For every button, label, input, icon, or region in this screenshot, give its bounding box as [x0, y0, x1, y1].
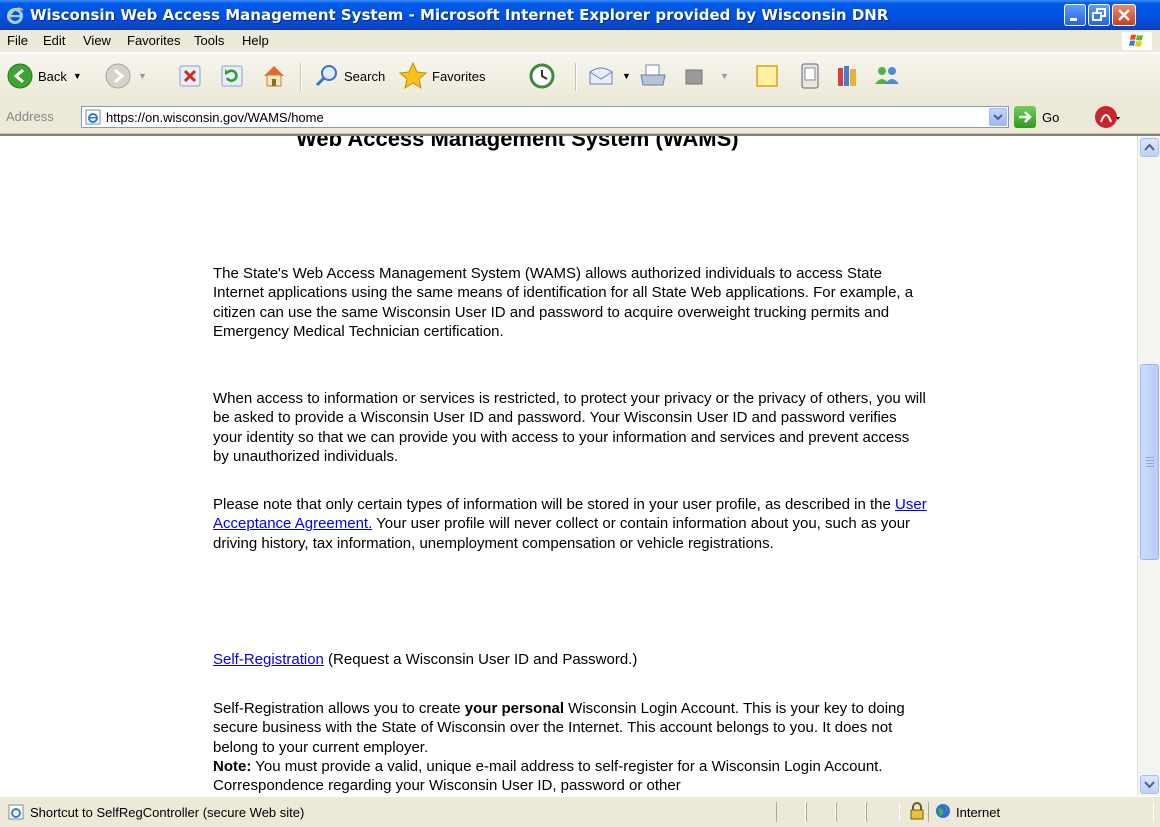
print-icon [640, 64, 666, 86]
history-icon [529, 63, 555, 89]
edit-page-icon [685, 69, 703, 85]
favorites-star-icon [398, 61, 428, 90]
browser-viewport[interactable]: Web Access Management System (WAMS) The … [0, 134, 1160, 796]
messenger-button[interactable] [798, 59, 822, 93]
scroll-up-button[interactable] [1140, 138, 1159, 157]
standard-toolbar: Back ▼ ▼ Search Favorites ▼ ▼ [0, 52, 1160, 102]
stop-icon [179, 65, 201, 87]
refresh-icon [221, 65, 243, 87]
search-button[interactable]: Search [314, 59, 385, 93]
mail-dropdown-icon[interactable]: ▼ [622, 71, 631, 81]
security-zone-label: Internet [956, 805, 1001, 820]
self-registration-link[interactable]: Self-Registration [213, 651, 324, 668]
address-url: https://on.wisconsin.gov/WAMS/home [106, 110, 324, 125]
people-icon [875, 67, 899, 84]
close-icon [1118, 9, 1130, 21]
back-label: Back [38, 68, 67, 84]
close-button[interactable] [1112, 4, 1136, 26]
menu-favorites[interactable]: Favorites [127, 33, 180, 48]
discuss-button[interactable] [754, 59, 780, 93]
mail-button[interactable]: ▼ [586, 59, 631, 93]
mail-icon [589, 67, 613, 85]
profile-text-before: Please note that only certain types of i… [213, 496, 896, 513]
back-dropdown-icon[interactable]: ▼ [73, 71, 82, 81]
ie-logo-icon [7, 7, 24, 24]
pda-icon [801, 63, 819, 89]
internet-zone-icon [936, 804, 950, 818]
chevron-down-icon [993, 114, 1003, 121]
window-title: Wisconsin Web Access Management System -… [30, 6, 889, 24]
stop-button[interactable] [178, 59, 202, 93]
scroll-thumb[interactable] [1140, 364, 1159, 560]
home-icon [264, 66, 284, 87]
edit-button[interactable]: ▼ [682, 59, 729, 93]
menu-file[interactable]: File [7, 33, 28, 48]
lock-icon[interactable] [909, 802, 925, 820]
back-arrow-icon [7, 63, 33, 89]
pdf-tool-icon[interactable] [1094, 104, 1122, 132]
scroll-down-icon [1144, 781, 1155, 789]
web-page: Web Access Management System (WAMS) The … [0, 136, 1137, 796]
minimize-icon [1070, 18, 1077, 21]
menu-view[interactable]: View [83, 33, 111, 48]
note-label: Note: [213, 757, 252, 775]
search-icon [315, 65, 337, 87]
self-registration-line: Self-Registration (Request a Wisconsin U… [213, 650, 929, 669]
address-bar: Address https://on.wisconsin.gov/WAMS/ho… [0, 101, 1160, 134]
page-ie-icon [85, 109, 101, 125]
print-button[interactable] [638, 59, 668, 93]
status-text: Shortcut to SelfRegController (secure We… [30, 805, 305, 820]
vertical-scrollbar[interactable] [1137, 136, 1160, 796]
forward-button[interactable]: ▼ [104, 59, 147, 93]
restore-button[interactable] [1088, 4, 1110, 26]
research-button[interactable] [834, 59, 862, 93]
privacy-paragraph: When access to information or services i… [213, 390, 926, 465]
go-button[interactable]: Go [1014, 106, 1059, 128]
refresh-button[interactable] [220, 59, 244, 93]
self-registration-note: (Request a Wisconsin User ID and Passwor… [323, 651, 638, 668]
menu-tools[interactable]: Tools [194, 33, 224, 48]
favorites-button[interactable]: Favorites [398, 59, 485, 93]
go-arrow-icon [1014, 106, 1036, 128]
restore-icon [1092, 8, 1106, 21]
forward-arrow-icon [105, 63, 131, 89]
home-button[interactable] [260, 59, 288, 93]
address-dropdown-button[interactable] [989, 108, 1007, 126]
page-status-icon [8, 804, 24, 820]
minimize-button[interactable] [1064, 4, 1086, 26]
page-heading: Web Access Management System (WAMS) [296, 136, 739, 151]
address-input[interactable]: https://on.wisconsin.gov/WAMS/home [81, 106, 1009, 128]
menu-bar: File Edit View Favorites Tools Help [0, 30, 1160, 53]
status-bar: Shortcut to SelfRegController (secure We… [0, 796, 1160, 827]
contacts-button[interactable] [872, 59, 902, 93]
back-button[interactable]: Back ▼ [6, 59, 82, 93]
self-registration-paragraph: Self-Registration allows you to create y… [213, 699, 929, 795]
go-label: Go [1042, 109, 1060, 125]
scroll-down-button[interactable] [1140, 775, 1159, 794]
address-label: Address [6, 109, 54, 124]
search-label: Search [344, 68, 386, 84]
forward-dropdown-icon[interactable]: ▼ [138, 71, 147, 81]
menu-edit[interactable]: Edit [43, 33, 65, 48]
note-icon [756, 65, 778, 87]
history-button[interactable] [528, 59, 556, 93]
title-bar[interactable]: Wisconsin Web Access Management System -… [0, 0, 1160, 30]
selfreg-emphasis: your personal [464, 700, 564, 717]
scroll-up-icon [1144, 143, 1155, 151]
profile-paragraph: Please note that only certain types of i… [213, 495, 929, 553]
favorites-label: Favorites [432, 68, 486, 84]
intro-paragraph: The State's Web Access Management System… [213, 265, 914, 340]
selfreg-text-before: Self-Registration allows you to create [213, 700, 465, 717]
edit-dropdown-icon[interactable]: ▼ [720, 71, 729, 81]
note-text: You must provide a valid, unique e-mail … [213, 757, 883, 795]
windows-logo-icon [1122, 32, 1152, 50]
menu-help[interactable]: Help [242, 33, 269, 48]
books-icon [838, 66, 856, 86]
